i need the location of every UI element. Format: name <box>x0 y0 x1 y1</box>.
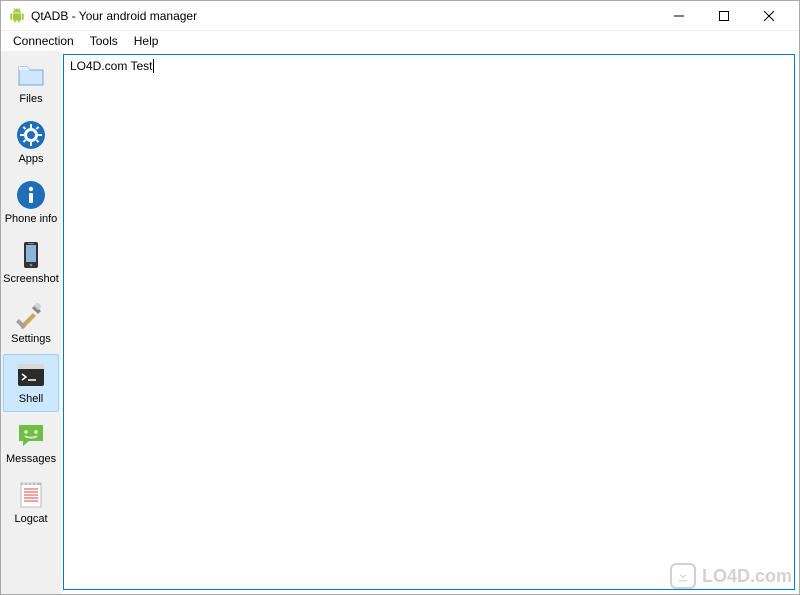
sidebar-item-apps[interactable]: Apps <box>3 114 59 172</box>
minimize-button[interactable] <box>656 2 701 30</box>
app-window: QtADB - Your android manager Connection … <box>0 0 800 595</box>
terminal-icon <box>15 359 47 391</box>
chat-icon <box>15 419 47 451</box>
sidebar-item-label: Messages <box>6 453 56 465</box>
sidebar: Files Apps <box>1 51 61 594</box>
gear-icon <box>15 119 47 151</box>
log-icon <box>15 479 47 511</box>
folder-icon <box>15 59 47 91</box>
window-controls <box>656 2 791 30</box>
text-caret <box>153 59 154 73</box>
main-pane: LO4D.com Test <box>61 51 799 594</box>
info-icon <box>15 179 47 211</box>
phone-icon <box>15 239 47 271</box>
sidebar-item-label: Shell <box>19 393 43 405</box>
sidebar-item-screenshot[interactable]: Screenshot <box>3 234 59 292</box>
menu-help[interactable]: Help <box>126 32 167 50</box>
sidebar-item-messages[interactable]: Messages <box>3 414 59 472</box>
sidebar-item-label: Logcat <box>14 513 47 525</box>
sidebar-item-label: Apps <box>18 153 43 165</box>
android-icon <box>9 8 25 24</box>
sidebar-item-settings[interactable]: Settings <box>3 294 59 352</box>
sidebar-item-logcat[interactable]: Logcat <box>3 474 59 532</box>
body: Files Apps <box>1 51 799 594</box>
menu-tools[interactable]: Tools <box>82 32 126 50</box>
shell-text: LO4D.com Test <box>70 59 152 73</box>
titlebar: QtADB - Your android manager <box>1 1 799 31</box>
sidebar-item-files[interactable]: Files <box>3 54 59 112</box>
close-button[interactable] <box>746 2 791 30</box>
sidebar-item-shell[interactable]: Shell <box>3 354 59 412</box>
menubar: Connection Tools Help <box>1 31 799 51</box>
menu-connection[interactable]: Connection <box>5 32 82 50</box>
sidebar-item-label: Files <box>19 93 42 105</box>
sidebar-item-label: Screenshot <box>3 273 59 285</box>
sidebar-item-label: Settings <box>11 333 51 345</box>
shell-output[interactable]: LO4D.com Test <box>63 54 795 590</box>
maximize-button[interactable] <box>701 2 746 30</box>
sidebar-item-label: Phone info <box>5 213 58 225</box>
sidebar-item-phone-info[interactable]: Phone info <box>3 174 59 232</box>
tools-icon <box>15 299 47 331</box>
window-title: QtADB - Your android manager <box>31 9 656 23</box>
